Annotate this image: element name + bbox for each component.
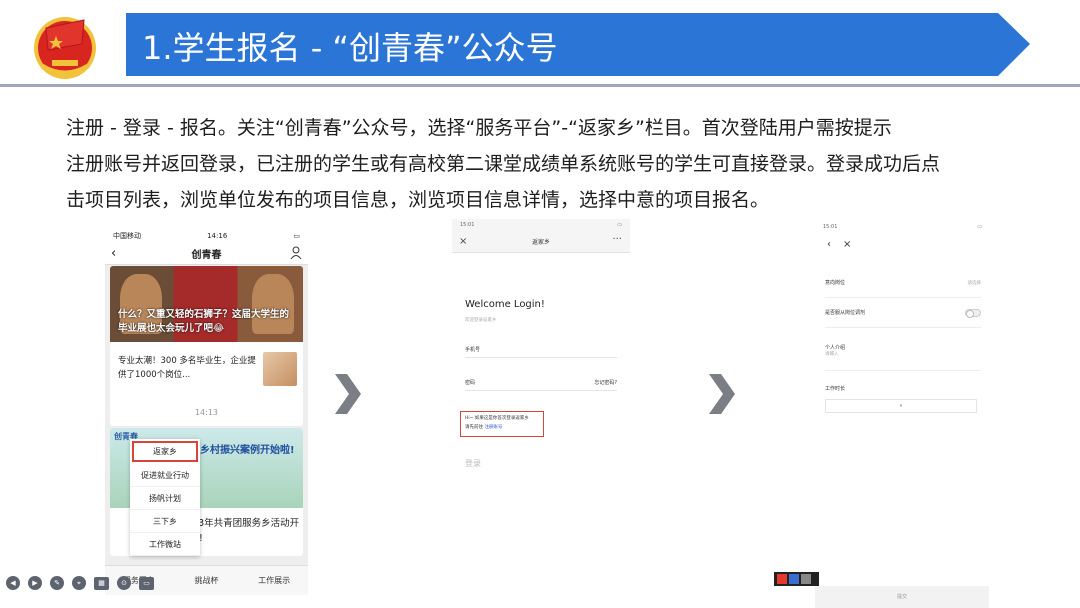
phone-number-field[interactable]: 手机号	[465, 346, 617, 358]
work-duration-select[interactable]: ▾	[825, 399, 977, 413]
login-button[interactable]: 登录	[465, 458, 481, 469]
title-banner: 1.学生报名 - “创青春”公众号	[126, 13, 1030, 76]
keyboard-icon[interactable]	[789, 574, 799, 584]
article-headline: 什么？又重又轻的石狮子？这届大学生的毕业展也太会玩儿了吧😂	[118, 309, 290, 334]
next-step-arrow-icon	[707, 372, 737, 416]
article-thumbnail	[263, 352, 297, 386]
system-tray	[774, 572, 819, 586]
page-nav-bar: ‹ ×	[815, 233, 990, 255]
chat-icon[interactable]: ▭	[139, 576, 154, 590]
intro-paragraph: 注册 - 登录 - 报名。关注“创青春”公众号，选择“服务平台”-“返家乡”栏目…	[66, 110, 1026, 218]
more-icon[interactable]: ···	[612, 234, 622, 245]
status-bar: 15:01 ▭	[452, 219, 630, 231]
profile-icon[interactable]	[290, 246, 302, 260]
header-divider	[0, 84, 1080, 87]
status-time: 15:01	[460, 222, 475, 228]
welcome-subheading: 欢迎登录返家乡	[465, 318, 497, 323]
page-nav-bar: × 返家乡 ···	[452, 231, 630, 253]
service-platform-menu: 返家乡 促进就业行动 扬帆计划 三下乡 工作微站	[130, 439, 200, 556]
status-time: 14:16	[207, 232, 228, 240]
account-title: 创青春	[191, 250, 222, 261]
work-duration-label: 工作时长	[825, 385, 846, 392]
page-nav-title: 返家乡	[531, 239, 550, 246]
menu-item-yangfan[interactable]: 扬帆计划	[130, 487, 200, 510]
cursor-icon[interactable]: ⊙	[117, 576, 131, 590]
prev-icon[interactable]: ◀	[6, 576, 20, 590]
self-intro-input[interactable]: 请输入	[825, 351, 839, 357]
article-subheadline: 专业太潮！300 多名毕业生，企业提供了1000个岗位...	[118, 356, 256, 380]
slideshow-toolbar: ◀ ▶ ✎ ⌖ ▦ ⊙ ▭	[6, 574, 154, 592]
pen-icon[interactable]: ✎	[50, 576, 64, 590]
menu-item-sanxiaxiang[interactable]: 三下乡	[130, 510, 200, 533]
battery-icon: ▭	[617, 222, 622, 228]
slides-icon[interactable]: ▦	[94, 576, 109, 590]
youth-league-logo	[26, 8, 104, 82]
status-bar: 15:01 ▭	[815, 221, 990, 233]
phone-screenshot-login: 15:01 ▭ × 返家乡 ··· Welcome Login! 欢迎登录返家乡…	[452, 219, 630, 479]
phone-screenshot-application-form: 15:01 ▭ ‹ × 意向岗位 请选择 是否服从岗位调剂 个人介绍 请输入 工…	[815, 221, 990, 436]
password-field[interactable]: 密码 忘记密码?	[465, 379, 617, 391]
welcome-heading: Welcome Login!	[465, 299, 545, 310]
phone-screenshot-wechat: 中国移动 14:16 ▭ ‹ 创青春 什么？又重又轻的石狮子？这届大学生的毕业展…	[105, 229, 308, 595]
notice-prefix: 请先前往	[465, 425, 483, 430]
back-icon[interactable]: ‹	[827, 239, 831, 250]
battery-icon: ▭	[293, 232, 300, 240]
submit-button[interactable]: 提交	[815, 586, 989, 608]
intro-line-3: 击项目列表，浏览单位发布的项目信息，浏览项目信息详情，选择中意的项目报名。	[66, 189, 770, 211]
tray-arrow-icon[interactable]	[801, 574, 811, 584]
battery-icon: ▭	[977, 224, 982, 230]
play-icon[interactable]: ▶	[28, 576, 42, 590]
close-icon[interactable]: ×	[843, 239, 851, 250]
status-bar: 中国移动 14:16 ▭	[105, 229, 308, 243]
intro-line-2: 注册账号并返回登录，已注册的学生或有高校第二课堂成绩单系统账号的学生可直接登录。…	[66, 153, 941, 175]
page-title: 1.学生报名 - “创青春”公众号	[142, 29, 558, 67]
password-label: 密码	[465, 380, 476, 386]
menu-item-fanjiaxiang[interactable]: 返家乡	[132, 441, 198, 462]
adjustment-label: 是否服从岗位调剂	[825, 310, 866, 316]
input-method-icon[interactable]	[777, 574, 787, 584]
phone-number-label: 手机号	[465, 347, 481, 353]
article-card[interactable]: 什么？又重又轻的石狮子？这届大学生的毕业展也太会玩儿了吧😂 专业太潮！300 多…	[110, 266, 303, 426]
self-intro-label: 个人介绍	[825, 345, 846, 351]
forgot-password-link[interactable]: 忘记密码?	[594, 379, 617, 386]
menu-item-employment[interactable]: 促进就业行动	[130, 464, 200, 487]
carrier-label: 中国移动	[113, 232, 141, 240]
message-time: 14:13	[194, 408, 219, 417]
notice-line: 请先前往 注册账号	[465, 423, 539, 432]
register-link[interactable]: 注册账号	[484, 425, 502, 430]
adjustment-toggle[interactable]	[965, 308, 981, 318]
banner-title: 乡村振兴案例开始啦!	[200, 445, 295, 456]
position-row[interactable]: 意向岗位 请选择	[825, 268, 981, 298]
screenshot-icon[interactable]: ⌖	[72, 576, 86, 590]
adjustment-row: 是否服从岗位调剂	[825, 298, 981, 328]
next-step-arrow-icon	[333, 372, 363, 416]
intro-line-1: 注册 - 登录 - 报名。关注“创青春”公众号，选择“服务平台”-“返家乡”栏目…	[66, 117, 892, 139]
back-icon[interactable]: ‹	[111, 246, 116, 261]
self-intro-row: 个人介绍 请输入	[825, 331, 981, 371]
register-notice: Hi~ 如果这是你首次登录返家乡 请先前往 注册账号	[460, 411, 544, 437]
position-label: 意向岗位	[825, 280, 846, 286]
notice-line: Hi~ 如果这是你首次登录返家乡	[465, 416, 529, 421]
wechat-nav-bar: ‹ 创青春	[105, 243, 308, 265]
close-icon[interactable]: ×	[459, 236, 467, 247]
position-select[interactable]: 请选择	[968, 280, 982, 286]
tab-challenge-cup[interactable]: 挑战杯	[173, 575, 241, 586]
menu-item-work-site[interactable]: 工作微站	[130, 533, 200, 556]
status-time: 15:01	[823, 224, 838, 230]
tab-work-showcase[interactable]: 工作展示	[240, 575, 308, 586]
